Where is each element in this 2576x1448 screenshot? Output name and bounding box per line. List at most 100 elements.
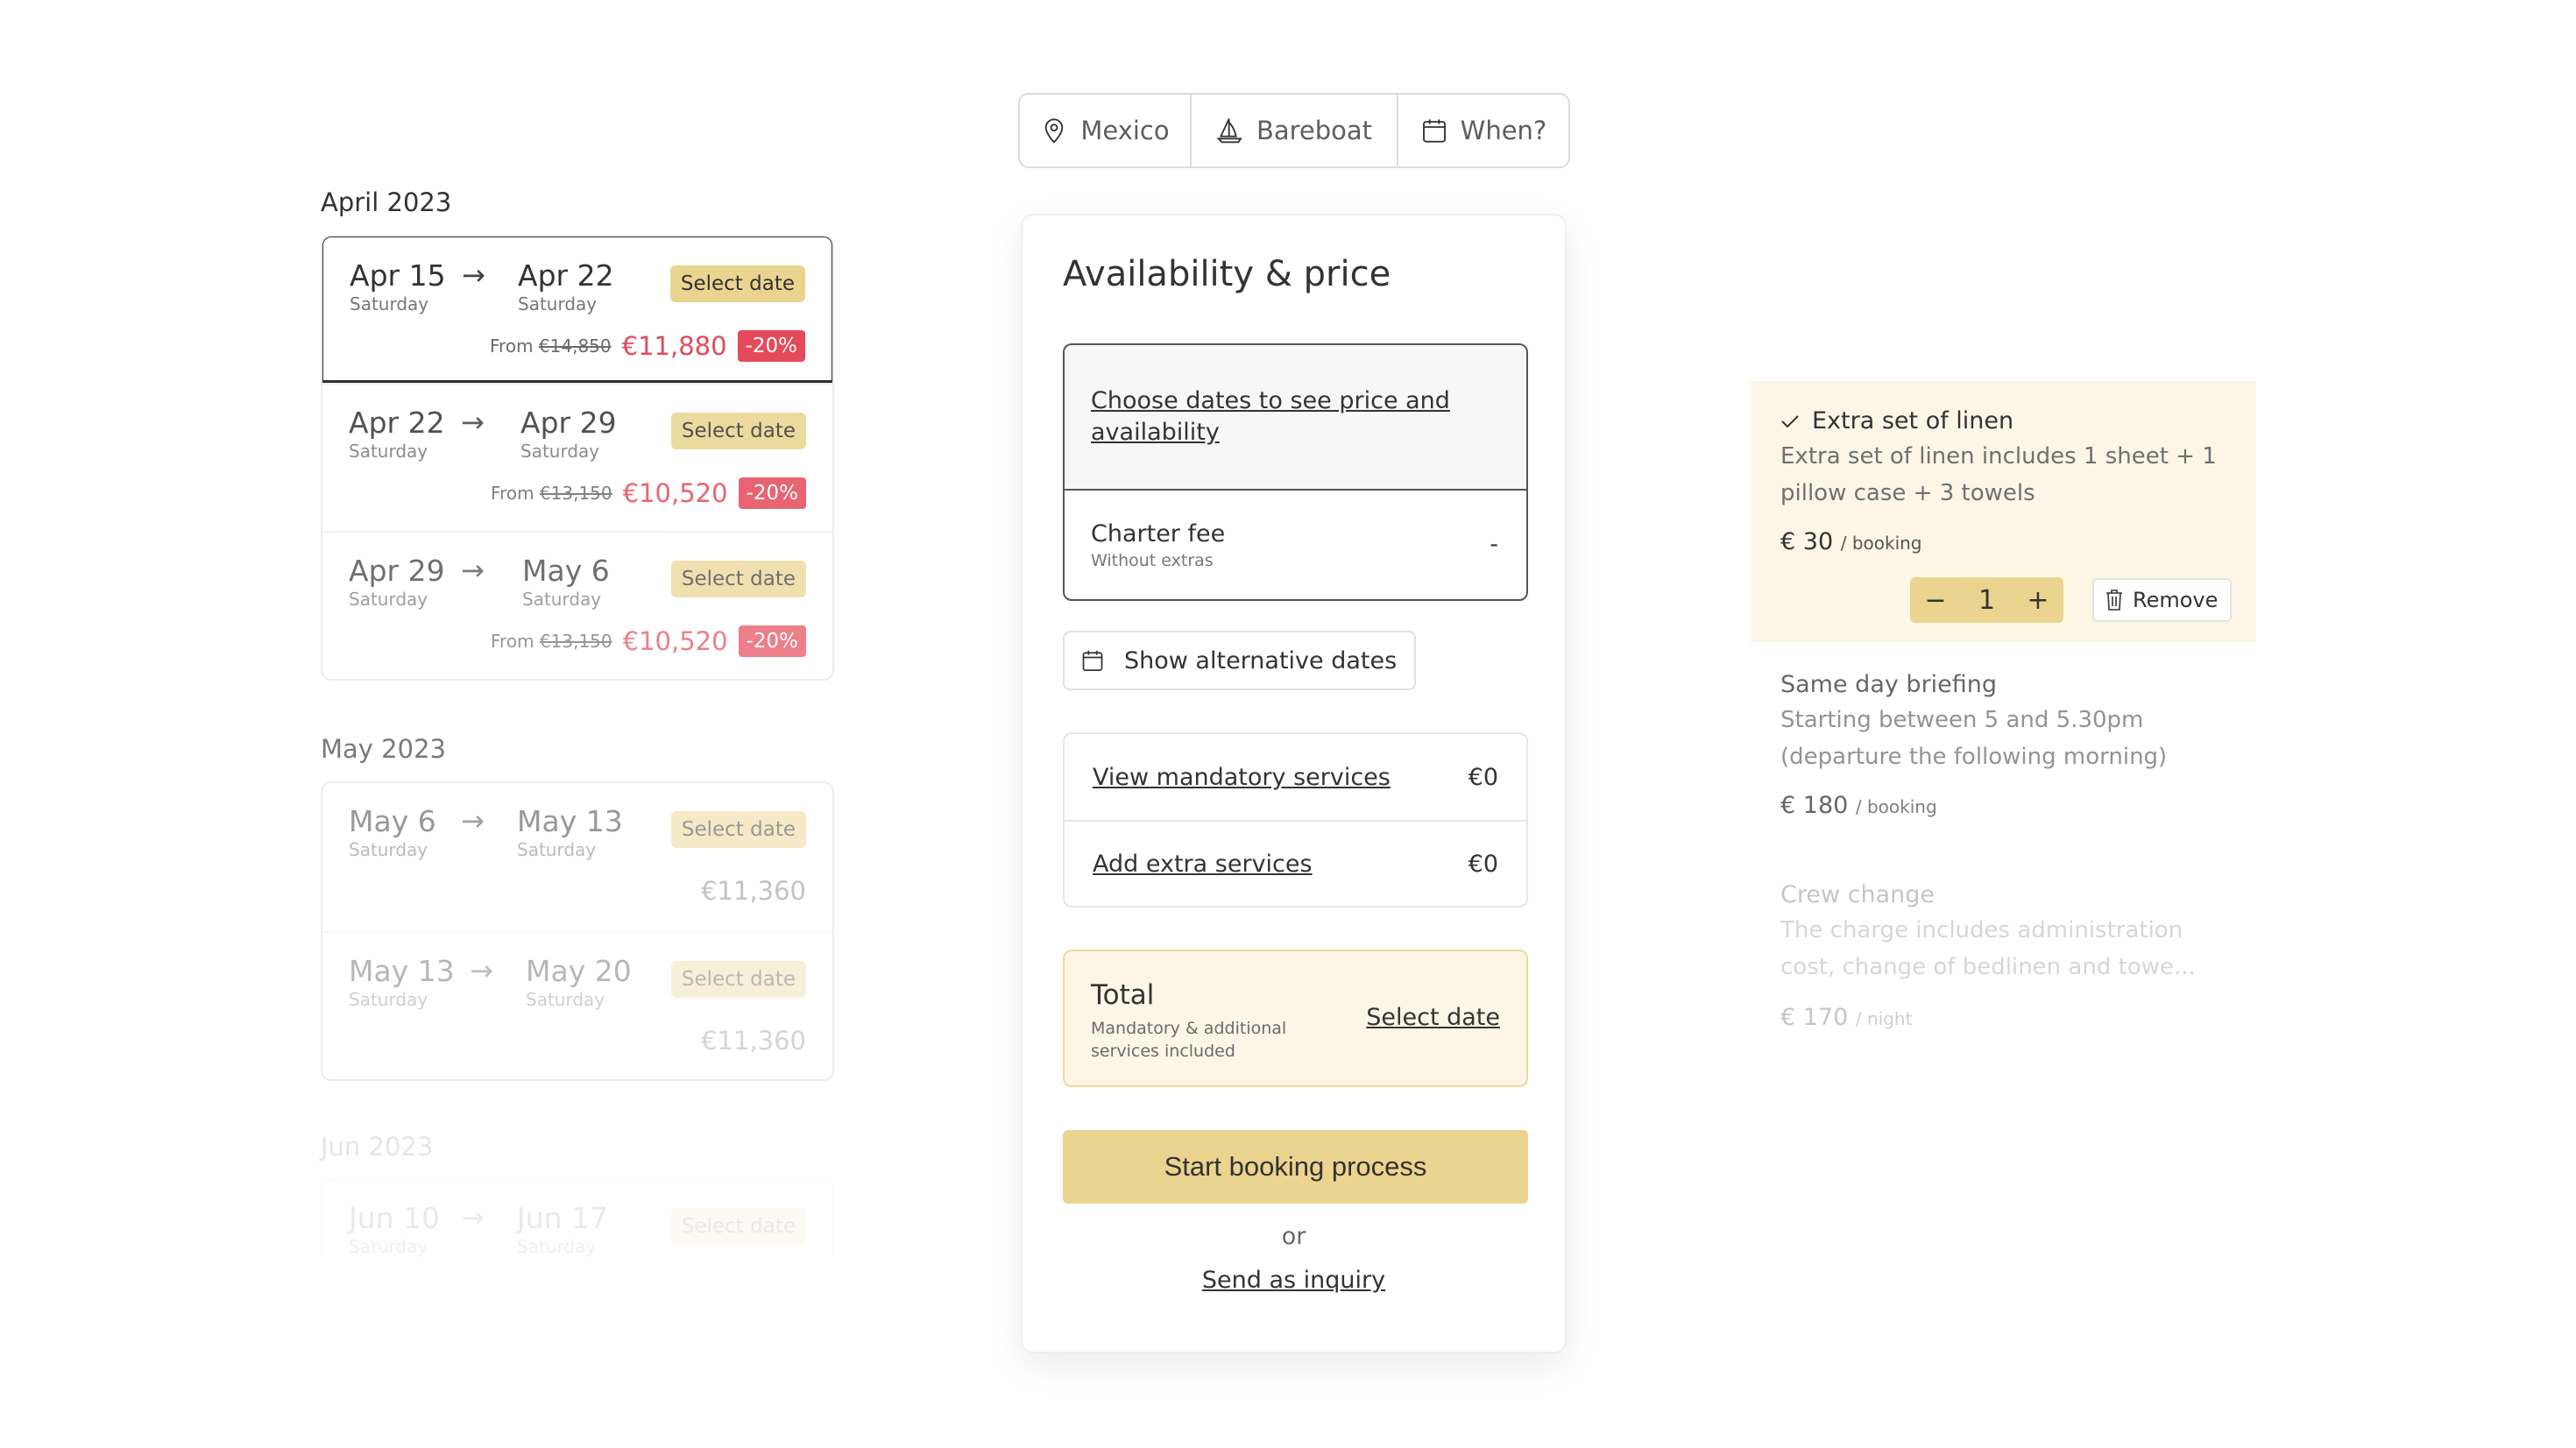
start-weekday: Saturday <box>349 989 428 1011</box>
choose-dates-area: Choose dates to see price and availabili… <box>1065 345 1526 491</box>
decrement-button[interactable]: − <box>1922 585 1949 616</box>
select-date-button[interactable]: Select date <box>670 561 806 597</box>
extra-title: Crew change <box>1780 881 1936 908</box>
charter-fee-label: Charter fee <box>1091 520 1226 547</box>
panel-title: Availability & price <box>1063 254 1391 294</box>
end-day: May 13 <box>517 804 623 838</box>
send-inquiry-link[interactable]: Send as inquiry <box>1202 1267 1385 1294</box>
discounted-price: €11,880 <box>621 331 727 361</box>
date-option[interactable]: Jun 10 Saturday → Jun 17 Saturday Select… <box>322 1180 832 1257</box>
select-date-button[interactable]: Select date <box>670 413 806 449</box>
trash-icon <box>2106 590 2122 611</box>
date-option-selected[interactable]: Apr 15 Saturday → Apr 22 Saturday Select… <box>322 237 832 383</box>
month-heading-june: Jun 2023 <box>321 1132 434 1162</box>
total-box: Total Mandatory & additional services in… <box>1063 950 1528 1087</box>
location-filter[interactable]: Mexico <box>1020 95 1190 166</box>
increment-button[interactable]: + <box>2025 585 2051 616</box>
calendar-icon <box>1082 650 1103 671</box>
start-day: May 13 <box>349 954 455 988</box>
extra-price-unit: / booking <box>1840 533 1922 554</box>
charter-fee-row: Charter fee Without extras - <box>1065 491 1526 570</box>
from-prefix: From <box>491 483 534 504</box>
from-price: From €14,850 <box>490 336 612 357</box>
search-bar: Mexico Bareboat When? <box>1018 93 1570 168</box>
services-box: View mandatory services €0 Add extra ser… <box>1063 732 1528 908</box>
arrow-right-icon: → <box>461 804 485 837</box>
select-date-button[interactable]: Select date <box>669 265 805 302</box>
date-group-april: Apr 15 Saturday → Apr 22 Saturday Select… <box>321 235 834 681</box>
remove-button[interactable]: Remove <box>2092 578 2233 622</box>
end-weekday: Saturday <box>522 589 602 611</box>
mandatory-services-row: View mandatory services €0 <box>1065 734 1526 820</box>
show-alternative-dates-label: Show alternative dates <box>1124 646 1398 675</box>
sailboat-icon <box>1216 118 1242 144</box>
original-price: €13,150 <box>539 631 612 652</box>
extra-price-value: € 30 <box>1780 528 1834 555</box>
checkmark-icon <box>1781 414 1799 427</box>
arrow-right-icon: → <box>461 406 485 439</box>
from-prefix: From <box>491 631 534 652</box>
date-option[interactable]: Apr 22 Saturday → Apr 29 Saturday Select… <box>322 383 832 531</box>
price: €11,360 <box>701 876 806 906</box>
discount-badge: -20% <box>738 625 806 657</box>
start-weekday: Saturday <box>350 293 429 315</box>
start-date: Apr 29 Saturday <box>349 554 445 610</box>
extra-price: € 180 / booking <box>1780 792 1937 819</box>
choose-dates-link[interactable]: Choose dates to see price and availabili… <box>1091 385 1500 449</box>
extra-description: The charge includes administration cost,… <box>1780 917 2196 980</box>
start-date: Apr 22 Saturday <box>349 406 445 462</box>
discount-badge: -20% <box>737 330 805 362</box>
from-price: From €13,150 <box>491 483 612 504</box>
price-row: €11,360 <box>701 1026 806 1056</box>
extra-price-unit: / night <box>1855 1008 1913 1029</box>
mandatory-services-value: €0 <box>1468 763 1498 791</box>
extra-price-value: € 180 <box>1780 792 1849 819</box>
total-select-date-link[interactable]: Select date <box>1366 1004 1500 1031</box>
boat-type-filter[interactable]: Bareboat <box>1190 95 1397 166</box>
charter-fee-sublabel: Without extras <box>1091 551 1214 570</box>
extra-description: Starting between 5 and 5.30pm (departure… <box>1780 707 2168 770</box>
dates-filter[interactable]: When? <box>1397 95 1568 166</box>
end-date: May 6 Saturday <box>522 554 610 611</box>
quantity-value: 1 <box>1978 584 1996 616</box>
quantity-stepper: − 1 + <box>1910 577 2063 623</box>
calendar-icon <box>1422 119 1446 143</box>
extra-price-unit: / booking <box>1855 796 1937 817</box>
price-row: From €14,850 €11,880 -20% <box>490 330 805 362</box>
select-date-button[interactable]: Select date <box>670 811 806 848</box>
add-extra-services-link[interactable]: Add extra services <box>1093 851 1313 878</box>
date-group-may: May 6 Saturday → May 13 Saturday Select … <box>321 781 834 1081</box>
start-day: Apr 15 <box>350 258 446 293</box>
booking-panel: Availability & price Choose dates to see… <box>1021 214 1567 1353</box>
view-mandatory-services-link[interactable]: View mandatory services <box>1093 764 1391 791</box>
inquiry-wrapper: Send as inquiry <box>1023 1267 1565 1294</box>
start-booking-button[interactable]: Start booking process <box>1063 1130 1528 1204</box>
start-day: Apr 29 <box>349 554 445 588</box>
location-label: Mexico <box>1080 116 1170 145</box>
arrow-right-icon: → <box>462 258 485 292</box>
select-date-button[interactable]: Select date <box>670 961 806 998</box>
select-date-button[interactable]: Select date <box>670 1208 806 1245</box>
boat-type-label: Bareboat <box>1256 116 1373 145</box>
date-option[interactable]: May 13 Saturday → May 20 Saturday Select… <box>322 931 832 1079</box>
price-row: From €13,150 €10,520 -20% <box>491 625 806 657</box>
map-pin-icon <box>1045 118 1064 144</box>
start-date: May 6 Saturday <box>349 804 436 860</box>
or-separator: or <box>1281 1223 1306 1250</box>
end-day: May 20 <box>526 954 632 988</box>
dates-label: When? <box>1460 116 1547 145</box>
end-day: May 6 <box>522 554 610 588</box>
show-alternative-dates-button[interactable]: Show alternative dates <box>1063 631 1417 690</box>
total-sublabel: Mandatory & additional services included <box>1091 1019 1287 1061</box>
extra-title: Same day briefing <box>1780 671 1998 698</box>
date-option[interactable]: Apr 29 Saturday → May 6 Saturday Select … <box>322 531 832 679</box>
date-option[interactable]: May 6 Saturday → May 13 Saturday Select … <box>322 783 832 931</box>
start-day: May 6 <box>349 804 436 838</box>
end-date: May 13 Saturday <box>517 804 623 860</box>
extra-services-value: €0 <box>1468 850 1498 878</box>
start-day: Jun 10 <box>349 1201 441 1235</box>
discounted-price: €10,520 <box>622 478 728 508</box>
from-prefix: From <box>490 336 534 357</box>
extra-title-text: Extra set of linen <box>1812 407 2014 434</box>
month-heading-april: April 2023 <box>321 187 452 217</box>
